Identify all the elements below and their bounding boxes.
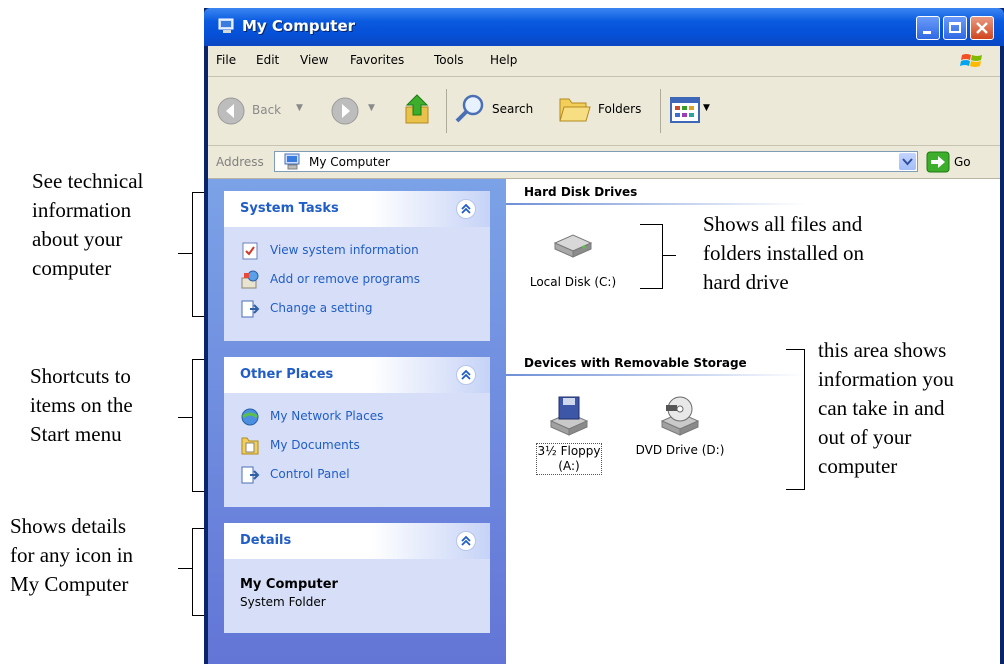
group-divider: [506, 203, 806, 205]
details-header[interactable]: Details: [224, 523, 490, 559]
search-button[interactable]: Search: [454, 93, 546, 127]
menu-favorites[interactable]: Favorites: [350, 53, 404, 67]
search-icon: [455, 94, 484, 123]
title-bar[interactable]: My Computer: [204, 8, 1004, 46]
bracket-hard-drives: [640, 224, 663, 289]
go-button[interactable]: Go: [924, 150, 994, 174]
control-panel-icon: [241, 466, 260, 484]
menu-view[interactable]: View: [300, 53, 328, 67]
system-tasks-title: System Tasks: [240, 201, 339, 216]
address-value: My Computer: [309, 155, 390, 169]
menu-tools[interactable]: Tools: [434, 53, 464, 67]
system-tasks-header[interactable]: System Tasks: [224, 191, 490, 227]
task-pane: System Tasks View system information Add…: [208, 179, 506, 664]
go-arrow-icon: [926, 151, 950, 173]
system-info-icon: [242, 242, 258, 260]
details-title: Details: [240, 533, 292, 548]
menu-bar: File Edit View Favorites Tools Help: [208, 46, 1000, 77]
close-icon: [976, 22, 988, 34]
collapse-icon[interactable]: [456, 199, 476, 219]
other-places-panel: Other Places My Network Places My Docume…: [224, 357, 490, 507]
floppy-drive-icon: [549, 396, 589, 436]
folders-icon: [559, 98, 591, 122]
removable-storage-heading: Devices with Removable Storage: [524, 356, 747, 370]
details-type: System Folder: [240, 595, 326, 609]
details-name: My Computer: [240, 577, 338, 592]
dvd-drive-d[interactable]: DVD Drive (D:): [630, 395, 730, 457]
menu-edit[interactable]: Edit: [256, 53, 279, 67]
control-panel-icon: [241, 300, 260, 318]
annotation-hard-drives: Shows all files and folders installed on…: [703, 210, 864, 297]
other-places-header[interactable]: Other Places: [224, 357, 490, 393]
bracket-tick: [662, 255, 676, 256]
standard-toolbar: Back ▼ ▼ Search Folders ▼: [208, 77, 1000, 146]
chevron-down-icon: [902, 158, 913, 166]
address-field[interactable]: My Computer: [274, 151, 918, 172]
toolbar-separator: [660, 89, 661, 133]
network-places-icon: [241, 408, 259, 426]
folders-button[interactable]: Folders: [558, 93, 654, 127]
floppy-drive-a[interactable]: 3½ Floppy (A:): [536, 395, 602, 475]
local-disk-c[interactable]: Local Disk (C:): [518, 231, 628, 289]
floppy-label: 3½ Floppy (A:): [536, 443, 602, 475]
windows-logo-icon: [960, 54, 982, 67]
chevron-down-icon: ▼: [703, 103, 710, 113]
annotation-system-tasks: See technical information about your com…: [32, 169, 144, 280]
annotation-removable: this area shows information you can take…: [818, 336, 954, 481]
bracket-tick: [178, 253, 192, 254]
back-label: Back: [252, 103, 282, 117]
details-panel: Details My Computer System Folder: [224, 523, 490, 633]
address-dropdown-button[interactable]: [899, 153, 916, 170]
back-arrow-icon: [217, 97, 245, 125]
toolbar-separator: [446, 89, 447, 133]
my-computer-icon: [218, 18, 234, 33]
forward-button[interactable]: ▼: [330, 95, 380, 127]
address-bar: Address My Computer Go: [208, 146, 1000, 179]
folders-label: Folders: [598, 102, 642, 116]
collapse-icon[interactable]: [456, 365, 476, 385]
bracket-removable: [786, 349, 805, 490]
back-button[interactable]: Back ▼: [216, 95, 308, 127]
search-label: Search: [492, 102, 534, 116]
annotation-other-places: Shortcuts to items on the Start menu: [30, 364, 133, 446]
my-computer-icon: [284, 153, 300, 170]
menu-file[interactable]: File: [216, 53, 236, 67]
dvd-drive-icon: [660, 396, 700, 436]
views-icon: [670, 97, 700, 123]
group-divider: [506, 374, 806, 376]
chevron-down-icon: ▼: [368, 103, 375, 113]
add-remove-programs-icon: [241, 270, 259, 289]
minimize-button[interactable]: [916, 16, 940, 40]
chevron-down-icon: ▼: [296, 103, 303, 113]
forward-arrow-icon: [331, 97, 359, 125]
go-label: Go: [954, 155, 971, 169]
bracket-tick: [178, 417, 192, 418]
bracket-tick: [178, 568, 192, 569]
close-button[interactable]: [970, 16, 994, 40]
hard-disk-icon: [553, 234, 593, 258]
up-folder-icon[interactable]: [402, 93, 436, 127]
my-documents-icon: [241, 437, 259, 455]
views-button[interactable]: ▼: [670, 95, 720, 125]
hard-disk-drives-heading: Hard Disk Drives: [524, 185, 638, 199]
annotation-details: Shows details for any icon in My Compute…: [10, 514, 134, 596]
window-title: My Computer: [242, 17, 356, 35]
collapse-icon[interactable]: [456, 531, 476, 551]
address-label: Address: [216, 155, 264, 169]
maximize-button[interactable]: [943, 16, 967, 40]
menu-help[interactable]: Help: [490, 53, 517, 67]
system-tasks-panel: System Tasks View system information Add…: [224, 191, 490, 341]
other-places-title: Other Places: [240, 367, 334, 382]
